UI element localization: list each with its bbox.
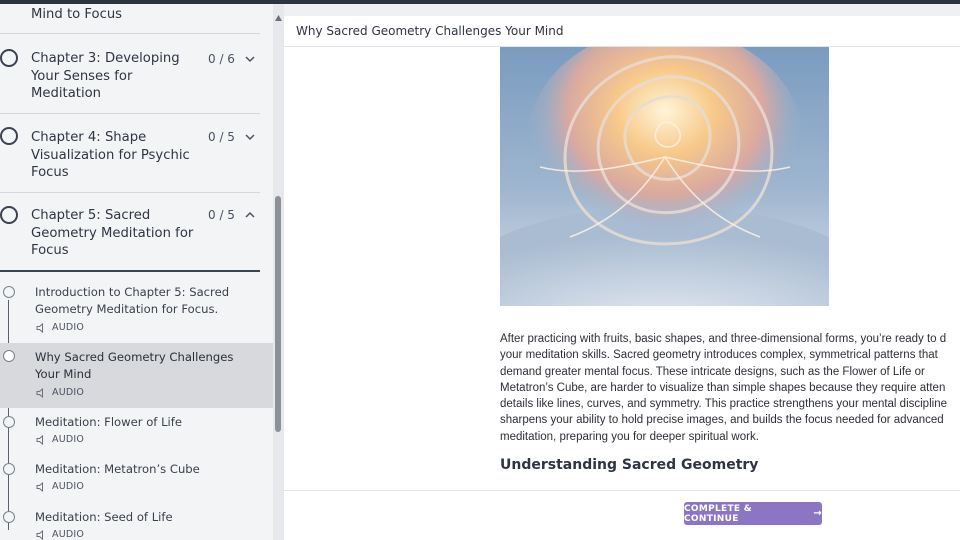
lesson-title: Meditation: Metatron’s Cube <box>35 462 200 476</box>
lesson-item[interactable]: Introduction to Chapter 5: Sacred Geomet… <box>0 280 273 342</box>
lesson-status-icon <box>3 286 15 298</box>
chevron-up-icon[interactable] <box>243 208 257 222</box>
chapter-status-icon <box>0 206 18 224</box>
chapter-status-icon <box>0 49 18 67</box>
chapter-progress: 0 / 6 <box>208 52 235 66</box>
lesson-media: AUDIO <box>36 322 84 334</box>
media-label: AUDIO <box>52 481 85 492</box>
lesson-status-icon <box>3 463 15 475</box>
lesson-item[interactable]: Meditation: Metatron’s Cube AUDIO <box>0 457 273 503</box>
arrow-right-icon: → <box>813 508 822 519</box>
lesson-header: Why Sacred Geometry Challenges Your Mind <box>284 16 960 47</box>
media-label: AUDIO <box>52 434 85 445</box>
lesson-title: Introduction to Chapter 5: Sacred Geomet… <box>35 285 230 316</box>
chapter-progress: 0 / 5 <box>208 130 235 144</box>
lesson-status-icon <box>3 511 15 523</box>
lesson-status-icon <box>3 416 15 428</box>
media-label: AUDIO <box>52 387 85 398</box>
chapter-status-icon <box>0 127 18 145</box>
section-heading: Understanding Sacred Geometry <box>500 457 759 473</box>
chapter-item-5[interactable]: Chapter 5: Sacred Geometry Meditation fo… <box>0 193 260 269</box>
media-label: AUDIO <box>52 322 85 333</box>
lesson-paragraph: After practicing with fruits, basic shap… <box>500 333 947 443</box>
sidebar-scroll-thumb[interactable] <box>275 196 281 432</box>
chapter-item-4[interactable]: Chapter 4: Shape Visualization for Psych… <box>0 114 260 193</box>
chapter-progress: 0 / 5 <box>208 208 235 222</box>
complete-continue-button[interactable]: COMPLETE & CONTINUE → <box>684 502 822 525</box>
lesson-item-active[interactable]: Why Sacred Geometry Challenges Your Mind… <box>0 343 273 408</box>
chevron-down-icon[interactable] <box>243 52 257 66</box>
chapter-divider <box>0 270 260 272</box>
footer-divider <box>284 490 960 491</box>
media-label: AUDIO <box>52 529 85 540</box>
chapter-item-3[interactable]: Chapter 3: Developing Your Senses for Me… <box>0 34 260 114</box>
speaker-icon <box>36 387 48 398</box>
chapter-title: Mind to Focus <box>31 7 123 22</box>
lesson-media: AUDIO <box>36 434 84 446</box>
chapter-title: Chapter 5: Sacred Geometry Meditation fo… <box>31 208 194 258</box>
chapter-title: Chapter 3: Developing Your Senses for Me… <box>31 51 180 101</box>
lesson-media: AUDIO <box>36 387 84 399</box>
speaker-icon <box>36 322 48 333</box>
speaker-icon <box>36 481 48 492</box>
speaker-icon <box>36 529 48 540</box>
scroll-up-arrow-icon[interactable] <box>275 8 282 21</box>
chapter-title: Chapter 4: Shape Visualization for Psych… <box>31 130 190 180</box>
lesson-status-icon <box>3 350 15 362</box>
course-sidebar: Mind to Focus Chapter 3: Developing Your… <box>0 4 273 540</box>
lesson-title: Meditation: Flower of Life <box>35 415 182 429</box>
lesson-media: AUDIO <box>36 481 84 493</box>
lesson-title: Why Sacred Geometry Challenges Your Mind <box>35 350 234 381</box>
speaker-icon <box>36 434 48 445</box>
chevron-down-icon[interactable] <box>243 130 257 144</box>
spiral-shell-image <box>500 47 829 306</box>
chapter-item-2[interactable]: Mind to Focus <box>0 4 260 34</box>
lesson-item[interactable]: Meditation: Seed of Life AUDIO <box>0 505 273 540</box>
lesson-media: AUDIO <box>36 529 84 540</box>
lesson-title: Meditation: Seed of Life <box>35 510 173 524</box>
lesson-title-heading: Why Sacred Geometry Challenges Your Mind <box>296 24 564 38</box>
cta-label: COMPLETE & CONTINUE <box>684 503 752 524</box>
lesson-item[interactable]: Meditation: Flower of Life AUDIO <box>0 410 273 456</box>
lesson-content: Why Sacred Geometry Challenges Your Mind <box>284 16 960 540</box>
